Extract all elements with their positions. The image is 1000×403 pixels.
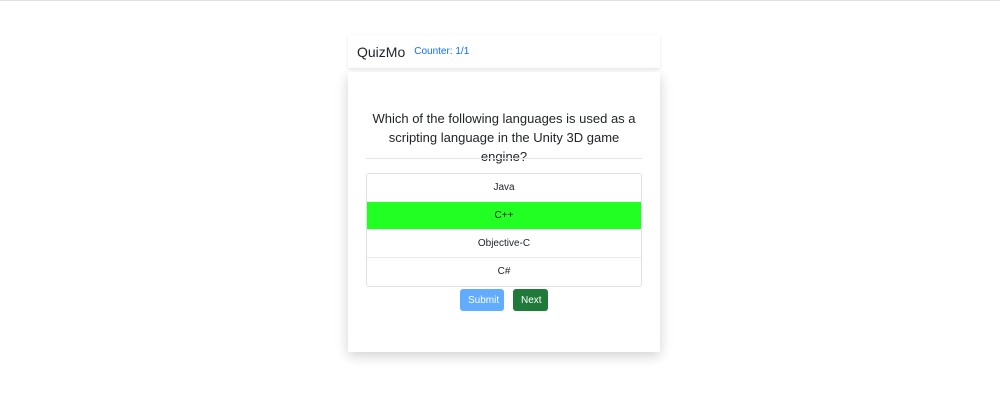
action-buttons: Submit Next — [348, 289, 660, 311]
question-counter: Counter: 1/1 — [414, 46, 470, 57]
answer-option-objective-c[interactable]: Objective-C — [367, 230, 641, 258]
answer-option-csharp[interactable]: C# — [367, 258, 641, 286]
question-divider — [366, 158, 642, 159]
answer-option-cpp[interactable]: C++ — [367, 202, 641, 230]
navbar: QuizMo Counter: 1/1 — [348, 35, 660, 68]
answer-options-list: Java C++ Objective-C C# — [366, 173, 642, 287]
top-divider — [0, 0, 1000, 1]
answer-option-java[interactable]: Java — [367, 174, 641, 202]
submit-button[interactable]: Submit — [460, 289, 504, 311]
next-button[interactable]: Next — [513, 289, 548, 311]
quiz-card: Which of the following languages is used… — [348, 72, 660, 352]
brand-logo[interactable]: QuizMo — [357, 44, 405, 60]
